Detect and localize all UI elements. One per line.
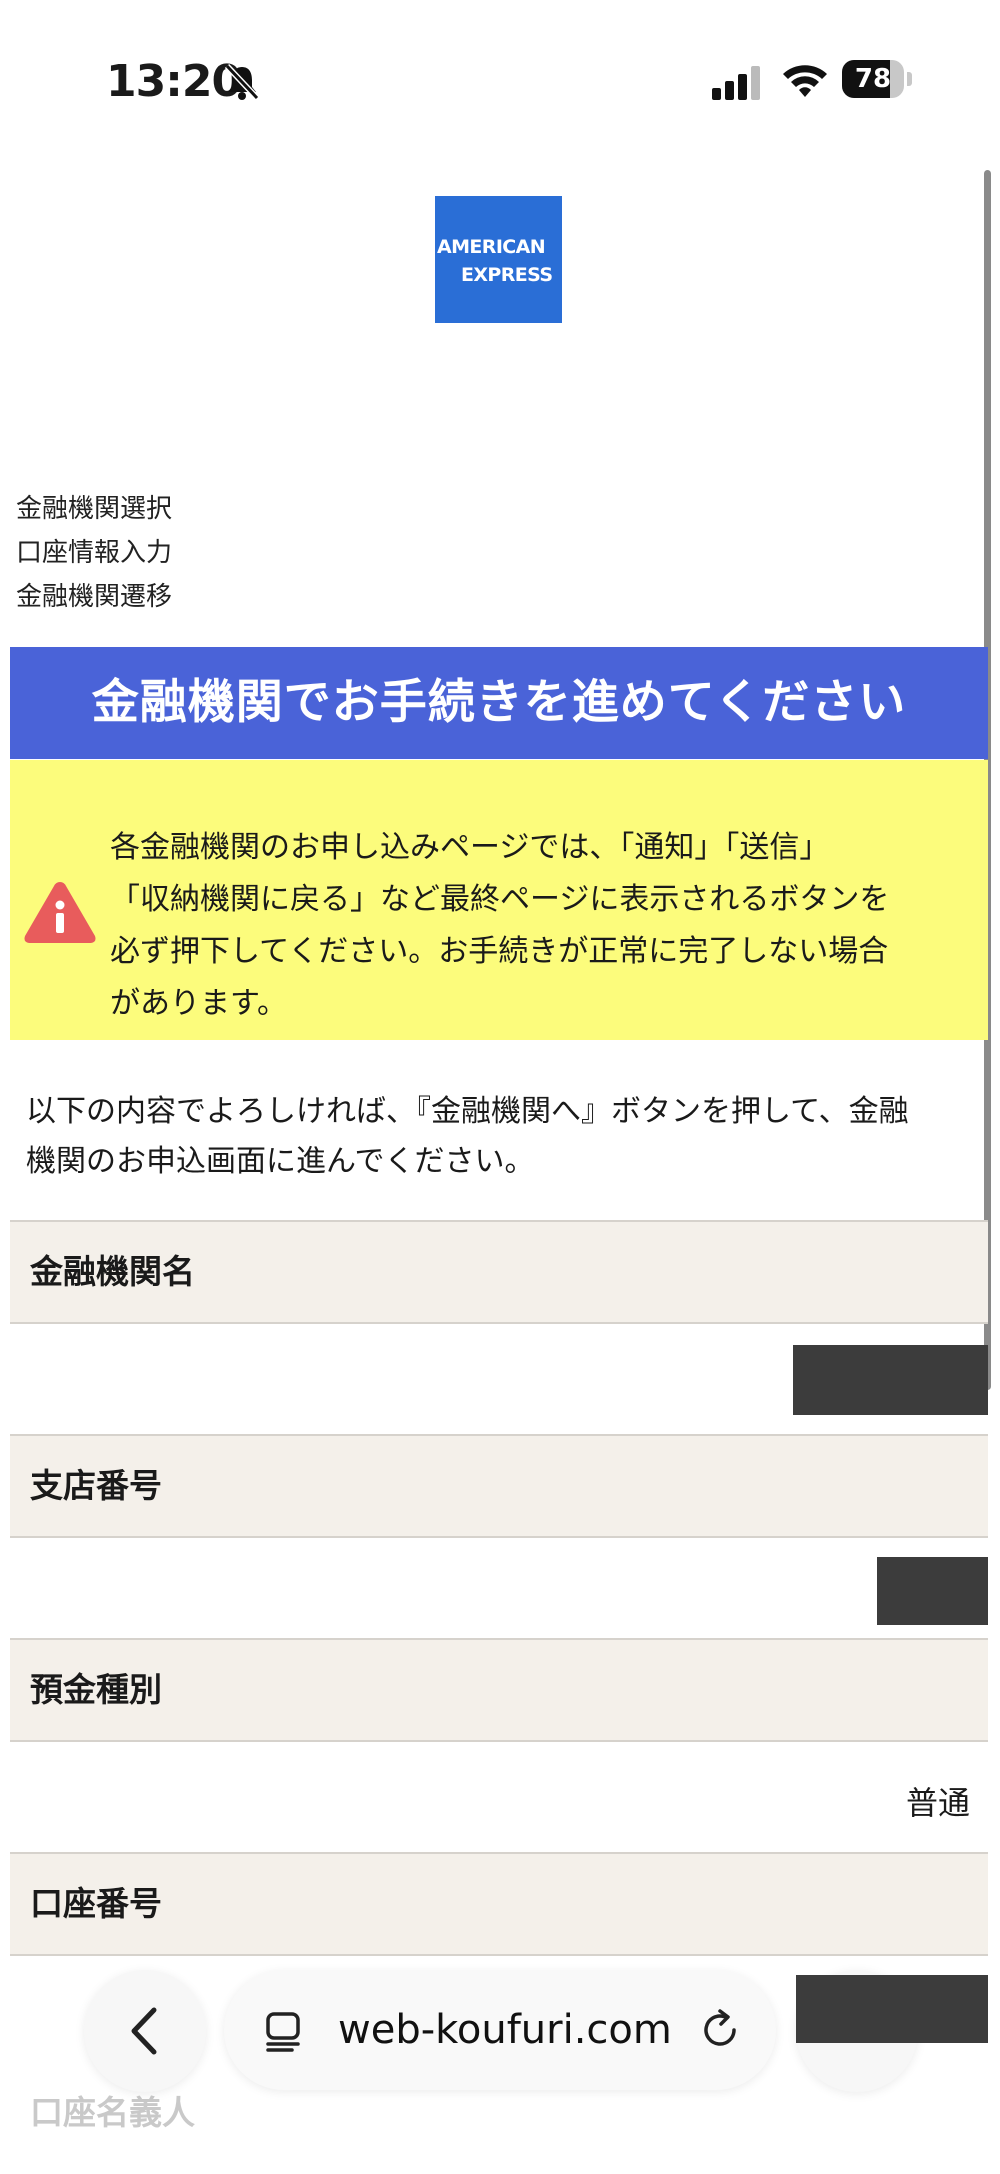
cellular-signal-icon (712, 66, 760, 100)
reload-icon[interactable] (698, 2008, 742, 2052)
account-number-label-row: 口座番号 (10, 1852, 988, 1956)
page-title-banner: 金融機関でお手続きを進めてください (10, 647, 988, 759)
step-bank-transition: 金融機関遷移 (16, 582, 173, 612)
warning-text-line: 必ず押下してください。お手続きが正常に完了しない場合 (110, 934, 889, 969)
warning-notice: 各金融機関のお申し込みページでは、「通知」「送信」 「収納機関に戻る」など最終ペ… (10, 760, 988, 1040)
bank-name-label: 金融機関名 (30, 1252, 195, 1291)
status-bar: 13:20 78 (0, 0, 1000, 160)
step-bank-selection: 金融機関選択 (16, 494, 173, 524)
logo-line-2: EXPRESS (461, 264, 553, 286)
browser-back-button[interactable] (84, 1970, 206, 2092)
warning-icon (24, 882, 96, 943)
deposit-type-label: 預金種別 (30, 1670, 162, 1709)
instruction-text-line: 機関のお申込画面に進んでください。 (26, 1144, 535, 1179)
account-holder-label: 口座名義人 (30, 2093, 195, 2132)
address-bar[interactable]: web-koufuri.com (224, 1970, 776, 2090)
wifi-icon (783, 65, 827, 97)
warning-text-line: 「収納機関に戻る」など最終ページに表示されるボタンを (110, 882, 890, 917)
deposit-type-value: 普通 (906, 1784, 971, 1822)
silent-bell-icon (224, 63, 260, 101)
branch-number-label: 支店番号 (30, 1466, 162, 1505)
account-number-redacted-value (796, 1975, 988, 2043)
battery-level: 78 (854, 64, 892, 94)
tab-overview-icon (266, 2012, 300, 2052)
warning-text-line: 各金融機関のお申し込みページでは、「通知」「送信」 (110, 830, 830, 865)
deposit-type-label-row: 預金種別 (10, 1638, 988, 1742)
battery-indicator: 78 (842, 60, 912, 100)
url-text: web-koufuri.com (338, 2007, 672, 2053)
branch-number-redacted-value (877, 1557, 988, 1625)
page: 13:20 78 AMERICAN EXPRESS 金融機関選択 口座情報入力 … (0, 0, 1000, 2174)
chevron-left-icon (131, 2007, 157, 2055)
instruction-text-line: 以下の内容でよろしければ、『金融機関へ』ボタンを押して、金融 (26, 1094, 909, 1129)
step-account-input: 口座情報入力 (16, 538, 173, 568)
status-time: 13:20 (106, 56, 242, 107)
warning-text-line: があります。 (110, 986, 287, 1021)
bank-name-redacted-value (793, 1345, 988, 1415)
logo-line-1: AMERICAN (437, 236, 546, 258)
bank-name-label-row: 金融機関名 (10, 1220, 988, 1324)
account-number-label: 口座番号 (30, 1884, 162, 1923)
american-express-logo: AMERICAN EXPRESS (435, 196, 562, 323)
branch-number-label-row: 支店番号 (10, 1434, 988, 1538)
